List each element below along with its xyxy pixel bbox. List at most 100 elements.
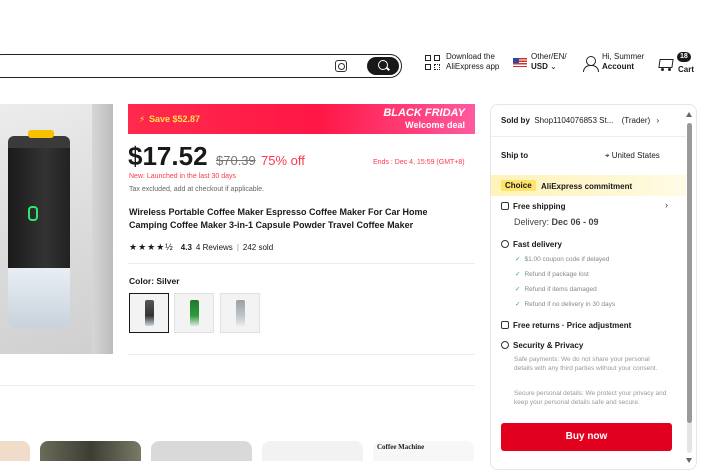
color-swatch-silver[interactable] (129, 293, 169, 333)
color-label: Color: Silver (129, 276, 180, 286)
sold-count: 242 sold (242, 243, 274, 252)
search-button[interactable] (367, 57, 399, 75)
fast-delivery-item-text: Refund if package lost (524, 271, 589, 278)
trader-tag: (Trader) (621, 116, 651, 125)
search-bar[interactable] (0, 54, 402, 78)
check-icon: ✓ (515, 271, 521, 278)
image-search-icon[interactable] (335, 60, 347, 72)
event-subtitle: Welcome deal (405, 120, 465, 130)
rating-value: 4.3 (180, 243, 192, 252)
delivery-label: Delivery: (514, 217, 550, 227)
purchase-panel: Sold by Shop1104076853 St... (Trader) › … (490, 104, 697, 470)
account-greeting: Hi, Summer (602, 52, 645, 61)
check-icon: ✓ (515, 256, 521, 263)
divider (128, 263, 475, 264)
recommendation-card[interactable] (40, 441, 141, 461)
check-icon: ✓ (515, 301, 521, 308)
color-swatch-grey[interactable] (220, 293, 260, 333)
save-amount: Save $52.87 (149, 114, 201, 124)
discount-percent: 75% off (261, 153, 305, 168)
truck-icon (501, 202, 509, 210)
account-label: Account (602, 62, 634, 71)
choice-text: AliExpress commitment (541, 182, 633, 191)
fast-delivery-item-text: Refund if items damaged (524, 286, 597, 293)
scrollbar-thumb[interactable] (687, 123, 692, 423)
swatch-image (145, 300, 154, 326)
recommendation-label: Coffee Machine (377, 443, 425, 451)
divider (491, 136, 686, 137)
free-shipping-row[interactable]: Free shipping (501, 202, 565, 211)
tax-note: Tax excluded, add at checkout if applica… (129, 186, 265, 193)
security-label: Security & Privacy (513, 341, 584, 350)
lightning-icon: ⚡ (139, 114, 146, 124)
product-title: Wireless Portable Coffee Maker Espresso … (129, 207, 428, 230)
delivery-row: Delivery: Dec 06 - 09 (514, 217, 599, 227)
promo-banner[interactable]: ⚡ Save $52.87 BLACK FRIDAY Welcome deal (128, 104, 475, 134)
free-returns-label: Free returns · Price adjustment (513, 321, 632, 330)
reviews-link[interactable]: 4 Reviews (196, 243, 233, 252)
divider (0, 385, 475, 386)
rating-row: ★★★★½ 4.3 4 Reviews | 242 sold (129, 242, 273, 253)
cart-icon[interactable] (657, 57, 673, 71)
sold-by-label: Sold by (501, 116, 530, 125)
cart-label[interactable]: Cart (678, 65, 694, 75)
chevron-down-icon: ⌄ (550, 62, 557, 71)
free-shipping-label: Free shipping (513, 202, 566, 211)
safe-payments-text: Safe payments: We do not share your pers… (514, 356, 658, 372)
ship-to-label: Ship to (501, 151, 529, 160)
choice-badge: Choice (501, 180, 536, 191)
scroll-down-icon[interactable] (686, 458, 692, 463)
fast-delivery-item-text: $1.00 coupon code if delayed (524, 256, 610, 263)
choice-commitment-bar: Choice AliExpress commitment (491, 175, 686, 196)
color-swatch-green[interactable] (174, 293, 214, 333)
product-main-image[interactable] (0, 104, 113, 354)
ship-to-row[interactable]: Ship to (501, 151, 528, 160)
store-name[interactable]: Shop1104076853 St... (534, 116, 613, 125)
fast-delivery-label: Fast delivery (513, 240, 562, 249)
app-download-line2: AliExpress app (446, 62, 500, 71)
delivery-dates: Dec 06 - 09 (551, 217, 599, 227)
shield-icon (501, 341, 509, 349)
ship-to-country: United States (611, 151, 660, 160)
account-menu[interactable]: Hi, Summer Account (602, 52, 644, 72)
recommendation-card[interactable]: Coffee Machine (373, 441, 474, 461)
locale-currency: USD (531, 62, 548, 71)
app-download-link[interactable]: Download the AliExpress app (446, 52, 499, 72)
recommendation-card[interactable] (151, 441, 252, 461)
current-price: $17.52 (128, 141, 208, 171)
star-rating-icon: ★★★★½ (129, 242, 174, 252)
clock-icon (501, 240, 509, 248)
locale-selector[interactable]: Other/EN/ USD ⌄ (531, 52, 567, 72)
deal-end-time: Ends : Dec 4, 15:59 (GMT+8) (373, 159, 465, 166)
chevron-right-icon: › (656, 116, 660, 125)
swatch-image (190, 300, 199, 326)
panel-scrollbar[interactable] (687, 123, 692, 453)
divider (128, 354, 475, 355)
sold-by-row[interactable]: Sold by Shop1104076853 St... (Trader) › (501, 116, 659, 125)
security-row: Security & Privacy (501, 341, 583, 350)
fast-delivery-item: ✓ Refund if items damaged (515, 285, 597, 293)
black-friday-label: BLACK FRIDAY Welcome deal (383, 107, 465, 131)
fast-delivery-item: ✓ Refund if no delivery in 30 days (515, 300, 615, 308)
original-price: $70.39 (216, 153, 256, 168)
recommendation-card[interactable] (0, 441, 30, 461)
buy-now-button[interactable]: Buy now (501, 423, 672, 451)
cart-count-badge: 18 (677, 52, 691, 62)
location-pin-icon: ⌖ (605, 151, 610, 160)
fast-delivery-row: Fast delivery (501, 240, 562, 249)
coffee-maker-image (8, 130, 70, 330)
secure-details-text: Secure personal details: We protect your… (514, 390, 667, 406)
check-icon: ✓ (515, 286, 521, 293)
recommendation-card[interactable] (262, 441, 363, 461)
app-download-line1: Download the (446, 52, 495, 61)
scroll-up-icon[interactable] (686, 112, 692, 117)
user-icon[interactable] (583, 56, 599, 72)
return-box-icon (501, 321, 509, 329)
free-returns-row: Free returns · Price adjustment (501, 321, 631, 330)
us-flag-icon (513, 58, 527, 67)
chevron-right-icon[interactable]: › (665, 200, 668, 210)
ship-to-destination[interactable]: ⌖ United States (605, 151, 660, 161)
fast-delivery-item: ✓ Refund if package lost (515, 270, 589, 278)
qr-code-icon[interactable] (425, 55, 441, 71)
event-title: BLACK FRIDAY (383, 107, 465, 119)
